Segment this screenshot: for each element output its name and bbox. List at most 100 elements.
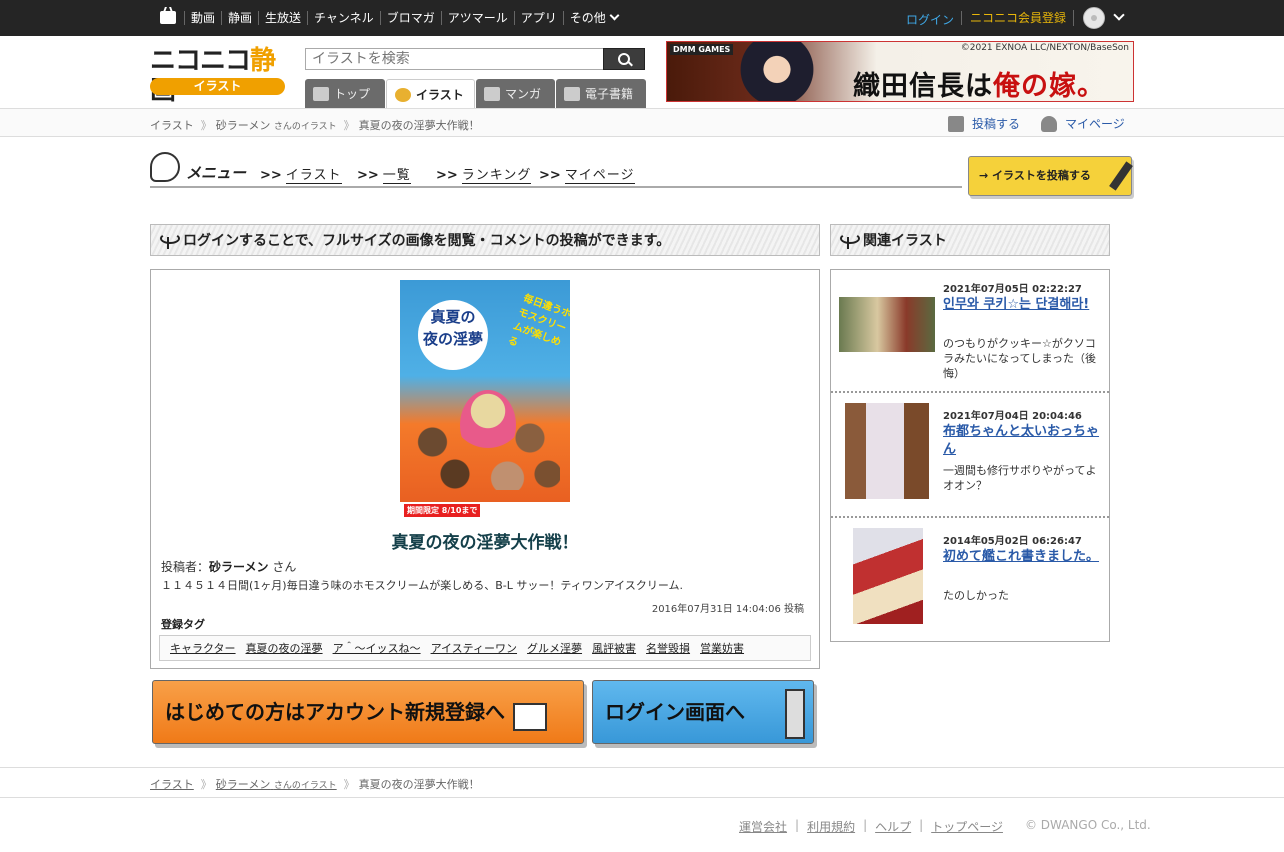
manga-icon xyxy=(484,86,500,101)
related-date: 2014年05月02日 06:26:47 xyxy=(943,536,1082,547)
logo-subtitle: イラスト xyxy=(150,78,285,95)
breadcrumb-sep: 》 xyxy=(200,119,212,132)
breadcrumb-illust[interactable]: イラスト xyxy=(150,117,194,133)
menu-item-label: ランキング xyxy=(461,168,532,184)
nav-other[interactable]: その他 xyxy=(562,10,624,25)
tab-top-label: トップ xyxy=(334,87,371,101)
search-button[interactable] xyxy=(603,48,645,70)
footer-link-help[interactable]: ヘルプ xyxy=(875,818,911,835)
related-thumbnail[interactable] xyxy=(853,528,923,624)
tab-top[interactable]: トップ xyxy=(305,79,385,108)
post-illust-button-label: イラストを投稿する xyxy=(992,169,1091,182)
related-item[interactable]: 2021年07月05日 02:22:27 인무와 쿠키☆는 단결해라! のつもり… xyxy=(831,270,1109,395)
nav-live[interactable]: 生放送 xyxy=(258,11,307,25)
related-date: 2021年07月04日 20:04:46 xyxy=(943,411,1082,422)
nav-channel[interactable]: チャンネル xyxy=(307,11,380,25)
home-icon xyxy=(313,86,329,101)
related-title[interactable]: 布都ちゃんと太いおっちゃん xyxy=(943,423,1101,459)
breadcrumb-illust[interactable]: イラスト xyxy=(150,776,194,792)
tag-item[interactable]: 風評被害 xyxy=(592,640,636,656)
related-item[interactable]: 2021年07月04日 20:04:46 布都ちゃんと太いおっちゃん 一週間も修… xyxy=(831,391,1109,516)
breadcrumb-user[interactable]: 砂ラーメン さんのイラスト xyxy=(216,117,337,133)
footer-copyright: © DWANGO Co., Ltd. xyxy=(1024,818,1151,832)
breadcrumb-user[interactable]: 砂ラーメン さんのイラスト xyxy=(216,776,337,792)
tag-item[interactable]: グルメ淫夢 xyxy=(527,640,582,656)
breadcrumb-user-suffix: さんのイラスト xyxy=(273,122,337,132)
tag-label: 登録タグ xyxy=(161,618,205,631)
illust-image-date: 期間限定 8/10まで xyxy=(404,504,481,517)
mypage-link-label: マイページ xyxy=(1065,117,1125,131)
nav-blomaga[interactable]: ブロマガ xyxy=(379,11,441,25)
illust-description: １１４５１４日間(1ヶ月)毎日違う味のホモスクリームが楽しめる、B-L サッー！… xyxy=(161,579,684,592)
related-title[interactable]: 인무와 쿠키☆는 단결해라! xyxy=(943,296,1101,314)
tag-item[interactable]: キャラクター xyxy=(170,640,236,656)
tag-item[interactable]: 真夏の夜の淫夢 xyxy=(246,640,323,656)
related-list: 2021年07月05日 02:22:27 인무와 쿠키☆는 단결해라! のつもり… xyxy=(830,269,1110,642)
login-link[interactable]: ログイン xyxy=(906,11,954,28)
poster-name[interactable]: 砂ラーメン xyxy=(209,560,269,574)
palette-icon xyxy=(395,87,411,102)
menu-arrow: >> xyxy=(436,168,458,183)
logo-text-sei: 静 xyxy=(250,46,276,76)
related-desc: たのしかった xyxy=(943,589,1009,602)
menu-label: メニュー xyxy=(186,164,247,182)
nav-douga[interactable]: 動画 xyxy=(184,11,221,25)
register-link[interactable]: ニコニコ会員登録 xyxy=(961,11,1066,25)
tab-ebook[interactable]: 電子書籍 xyxy=(556,79,646,108)
menu-item-label: マイページ xyxy=(564,168,635,184)
avatar[interactable] xyxy=(1083,7,1105,29)
menu-item-ranking[interactable]: >> ランキング xyxy=(436,164,532,184)
breadcrumb: イラスト 》 砂ラーメン さんのイラスト 》 真夏の夜の淫夢大作戦！ xyxy=(150,117,480,133)
global-navbar: 動画 静画 生放送 チャンネル ブロマガ アツマール アプリ その他 ログイン … xyxy=(0,0,1284,36)
breadcrumb-bottom: イラスト 》 砂ラーメン さんのイラスト 》 真夏の夜の淫夢大作戦！ xyxy=(150,776,480,792)
footer-link-company[interactable]: 運営会社 xyxy=(739,818,787,835)
tab-manga-label: マンガ xyxy=(505,87,542,101)
tag-item[interactable]: アイスティーワン xyxy=(431,640,517,656)
illust-title: 真夏の夜の淫夢大作戦！ xyxy=(391,533,579,553)
footer-link-top[interactable]: トップページ xyxy=(931,818,1003,835)
tag-item[interactable]: 名誉毀損 xyxy=(646,640,690,656)
login-notice-header: ログインすることで、フルサイズの画像を閲覧・コメントの投稿ができます。 xyxy=(150,224,820,256)
tag-item[interactable]: ア＾～イッスね～ xyxy=(333,640,421,656)
tab-manga[interactable]: マンガ xyxy=(476,79,555,108)
sprout-icon xyxy=(839,231,860,249)
tag-item[interactable]: 営業妨害 xyxy=(700,640,744,656)
related-desc: のつもりがクッキー☆がクソコラみたいになってしまった（後悔） xyxy=(943,337,1097,380)
tab-illust[interactable]: イラスト xyxy=(386,79,475,109)
related-item[interactable]: 2014年05月02日 06:26:47 初めて艦これ書きました。 たのしかった xyxy=(831,516,1109,641)
illust-image-text: 夜の淫夢 xyxy=(422,330,483,348)
tab-ebook-label: 電子書籍 xyxy=(585,87,634,101)
footer-link-terms[interactable]: 利用規約 xyxy=(807,818,855,835)
ad-banner[interactable]: DMM GAMES ©2021 EXNOA LLC/NEXTON/BaseSon… xyxy=(666,41,1134,102)
post-link[interactable]: 投稿する xyxy=(948,115,1020,132)
breadcrumb-sep: 》 xyxy=(343,119,355,132)
breadcrumb-bar: イラスト 》 砂ラーメン さんのイラスト 》 真夏の夜の淫夢大作戦！ 投稿する … xyxy=(0,108,1284,137)
faces-illustration xyxy=(410,410,560,490)
post-illust-button[interactable]: → イラストを投稿する xyxy=(968,156,1132,196)
register-account-button[interactable]: はじめての方はアカウント新規登録へ xyxy=(152,680,584,744)
menu-item-list[interactable]: >> 一覧 xyxy=(357,164,411,184)
nav-seiga[interactable]: 静画 xyxy=(221,11,258,25)
illust-image-text: 真夏の xyxy=(430,308,476,326)
menu-item-mypage[interactable]: >> マイページ xyxy=(539,164,635,184)
related-title[interactable]: 初めて艦これ書きました。 xyxy=(943,548,1101,566)
menu-item-illust[interactable]: >> イラスト xyxy=(260,164,342,184)
footer: 運営会社 | 利用規約 | ヘルプ | トップページ © DWANGO Co., Lt… xyxy=(739,818,1151,835)
breadcrumb-user-suffix: さんのイラスト xyxy=(273,781,337,791)
related-thumbnail[interactable] xyxy=(839,297,935,352)
account-menu-chevron-icon[interactable] xyxy=(1113,9,1125,21)
ad-character-image xyxy=(727,42,827,101)
section-tabs: トップ イラスト マンガ 電子書籍 xyxy=(305,79,647,109)
illust-image-side-text: 毎日違うホモスクリームが楽しめる xyxy=(506,292,570,349)
login-page-button[interactable]: ログイン画面へ xyxy=(592,680,814,744)
illust-image[interactable]: 真夏の夜の淫夢 毎日違うホモスクリームが楽しめる 期間限定 8/10まで xyxy=(400,280,570,520)
nav-app[interactable]: アプリ xyxy=(513,11,563,25)
mypage-link[interactable]: マイページ xyxy=(1041,115,1125,132)
nav-atsumaru[interactable]: アツマール xyxy=(440,11,514,25)
niconico-tv-icon[interactable] xyxy=(160,11,176,24)
related-thumbnail[interactable] xyxy=(845,403,929,499)
site-logo[interactable]: ニコニコ静画 イラスト xyxy=(150,46,286,106)
illust-panel: 真夏の 夜の淫夢 毎日違うホモスクリームが楽しめる 期間限定 8/10まで 真夏の… xyxy=(150,269,820,669)
search-input[interactable] xyxy=(305,48,604,70)
menu-arrow: >> xyxy=(539,168,561,183)
